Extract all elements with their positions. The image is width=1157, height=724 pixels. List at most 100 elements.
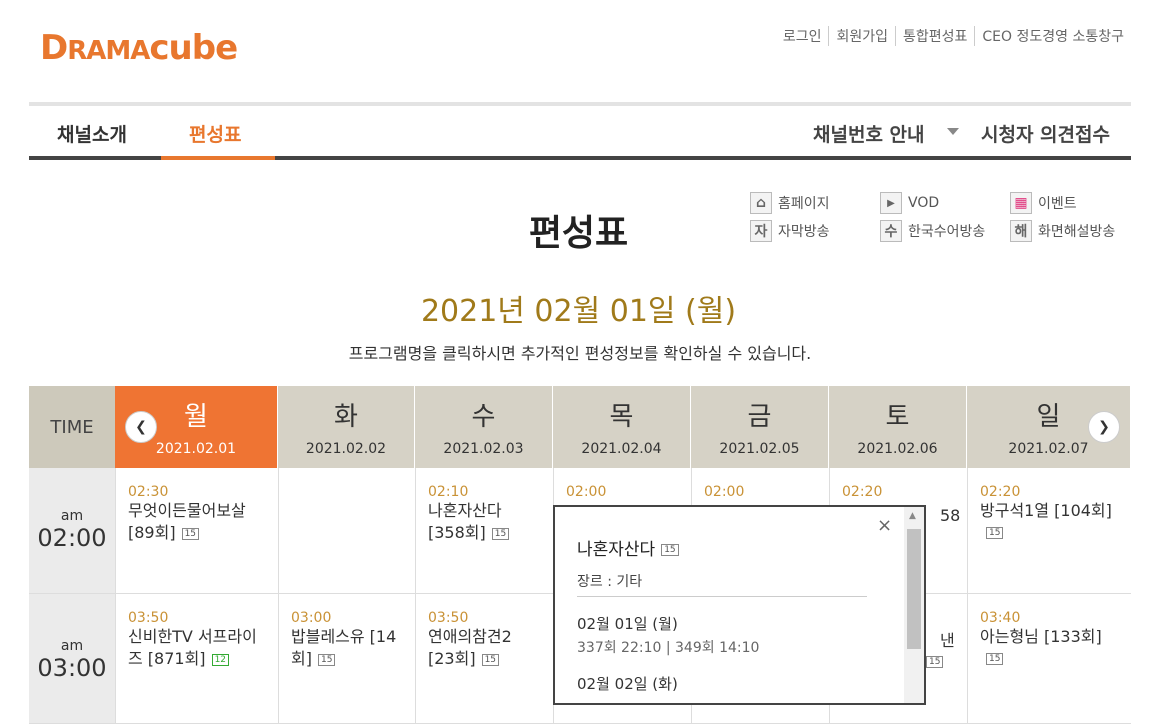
time-cell: am 03:00 <box>29 594 115 723</box>
scroll-up-icon[interactable]: ▲ <box>909 511 916 521</box>
nav-schedule[interactable]: 편성표 <box>189 120 241 147</box>
popup-title: 나혼자산다 15 <box>577 535 679 560</box>
scrollbar-thumb[interactable] <box>907 529 921 649</box>
day-header-wed[interactable]: 수 2021.02.03 <box>415 386 553 468</box>
program-time: 03:50 <box>128 610 169 626</box>
rating-badge: 15 <box>926 656 944 668</box>
day-name: 화 <box>334 402 358 432</box>
program-name[interactable]: 연애의참견2 [23회] <box>428 627 512 668</box>
program-name[interactable]: 밥블레스유 [14회] <box>291 627 396 668</box>
time-cell: am 02:00 <box>29 468 115 593</box>
rating-badge: 12 <box>211 653 230 666</box>
program-time: 02:20 <box>842 484 883 500</box>
program-cell[interactable]: 03:50 연애의참견2 [23회] 15 <box>415 594 553 723</box>
rating-badge: 15 <box>181 527 200 540</box>
ceo-communication-link[interactable]: CEO 정도경영 소통창구 <box>974 26 1131 46</box>
date-heading: 2021년 02월 01일 (월) <box>420 294 737 329</box>
program-time: 03:50 <box>428 610 469 626</box>
program-time: 02:20 <box>980 484 1021 500</box>
popup-genre: 장르 : 기타 <box>577 574 643 590</box>
dramacube-logo[interactable]: DRAMAcube <box>40 28 238 68</box>
popup-divider <box>577 596 867 597</box>
legend-label: 한국수어방송 <box>908 224 986 240</box>
day-header-thu[interactable]: 목 2021.02.04 <box>553 386 691 468</box>
legend-sign-language: 수 한국수어방송 <box>880 220 985 242</box>
popup-date: 02월 01일 (월) <box>577 615 678 633</box>
program-detail-popup: × 나혼자산다 15 장르 : 기타 02월 01일 (월) 337회 22:10… <box>553 505 926 705</box>
day-header-sat[interactable]: 토 2021.02.06 <box>829 386 967 468</box>
day-date: 2021.02.01 <box>155 441 237 457</box>
rating-badge: 15 <box>986 526 1004 539</box>
time-ampm: am <box>60 638 84 654</box>
close-icon[interactable]: × <box>877 515 892 536</box>
program-name[interactable]: 방구석1열 [104회] <box>980 501 1112 520</box>
nav-channel-number[interactable]: 채널번호 안내 <box>813 120 925 147</box>
rating-badge: 15 <box>481 653 500 666</box>
event-icon: ▦ <box>1010 192 1032 214</box>
legend-label: 자막방송 <box>778 224 830 240</box>
legend-event: ▦ 이벤트 <box>1010 192 1077 214</box>
login-link[interactable]: 로그인 <box>776 26 829 46</box>
program-time: 02:00 <box>566 484 607 500</box>
legend-vod: ▶ VOD <box>880 192 939 214</box>
program-cell[interactable]: 03:50 신비한TV 서프라이즈 [871회] 12 <box>115 594 278 723</box>
day-date: 2021.02.03 <box>443 441 524 457</box>
time-header: TIME <box>29 386 115 468</box>
chevron-down-icon[interactable] <box>947 128 959 135</box>
day-name: 목 <box>609 402 634 432</box>
program-name[interactable]: 나혼자산다 [358회] <box>428 501 502 542</box>
legend-label: 홈페이지 <box>778 196 830 212</box>
day-header-fri[interactable]: 금 2021.02.05 <box>691 386 829 468</box>
time-hour: 03:00 <box>37 654 107 682</box>
subtitle-icon: 자 <box>750 220 772 242</box>
play-icon: ▶ <box>880 192 902 214</box>
day-header-tue[interactable]: 화 2021.02.02 <box>278 386 415 468</box>
nav-active-indicator <box>161 156 275 160</box>
legend-label: 화면해설방송 <box>1038 224 1116 240</box>
legend-audio-description: 해 화면해설방송 <box>1010 220 1115 242</box>
popup-episodes: 337회 22:10 | 349회 14:10 <box>577 640 760 656</box>
day-date: 2021.02.06 <box>857 441 938 457</box>
day-name: 금 <box>747 402 772 432</box>
day-date: 2021.02.02 <box>305 441 387 457</box>
program-time: 02:00 <box>704 484 745 500</box>
rating-badge: 15 <box>317 653 336 666</box>
popup-date: 02월 02일 (화) <box>577 675 678 693</box>
utility-links: 로그인 회원가입 통합편성표 CEO 정도경영 소통창구 <box>776 26 1131 46</box>
prev-week-button[interactable]: ❮ <box>125 411 157 443</box>
sign-language-icon: 수 <box>880 220 902 242</box>
notice-text: 프로그램명을 클릭하시면 추가적인 편성정보를 확인하실 수 있습니다. <box>348 344 812 363</box>
program-cell[interactable]: 03:40 아는형님 [133회] 15 <box>967 594 1131 723</box>
logo-rama: RAMA <box>67 36 150 66</box>
legend-label: 이벤트 <box>1038 196 1077 212</box>
program-name[interactable]: 신비한TV 서프라이즈 [871회] <box>128 627 257 668</box>
program-cell <box>278 468 415 593</box>
time-hour: 02:00 <box>37 524 107 552</box>
next-week-button[interactable]: ❯ <box>1088 411 1120 443</box>
program-cell[interactable]: 03:00 밥블레스유 [14회] 15 <box>278 594 415 723</box>
legend-subtitle: 자 자막방송 <box>750 220 830 242</box>
program-time: 03:40 <box>980 610 1021 626</box>
global-nav: 채널소개 편성표 채널번호 안내 시청자 의견접수 <box>29 106 1131 160</box>
day-name: 수 <box>471 402 496 432</box>
integrated-schedule-link[interactable]: 통합편성표 <box>895 26 974 46</box>
program-name[interactable]: 아는형님 [133회] <box>980 627 1102 646</box>
legend-label: VOD <box>908 195 940 211</box>
program-time: 03:00 <box>291 610 332 626</box>
program-time: 02:30 <box>128 484 169 500</box>
nav-viewer-opinion[interactable]: 시청자 의견접수 <box>981 120 1110 147</box>
rating-badge: 15 <box>986 652 1004 665</box>
legend-homepage: ⌂ 홈페이지 <box>750 192 830 214</box>
program-cell[interactable]: 02:20 방구석1열 [104회] 15 <box>967 468 1131 593</box>
popup-scrollbar[interactable]: ▲ <box>904 507 924 703</box>
rating-badge: 15 <box>661 544 679 556</box>
nav-channel-intro[interactable]: 채널소개 <box>57 120 127 147</box>
signup-link[interactable]: 회원가입 <box>828 26 895 46</box>
day-name: 토 <box>885 402 910 432</box>
day-date: 2021.02.07 <box>1008 441 1089 457</box>
program-name[interactable]: 58 <box>940 505 960 527</box>
program-cell[interactable]: 02:10 나혼자산다 [358회] 15 <box>415 468 553 593</box>
day-date: 2021.02.05 <box>719 441 800 457</box>
program-cell[interactable]: 02:30 무엇이든물어보살 [89회] 15 <box>115 468 278 593</box>
program-name[interactable]: 낸 <box>940 630 955 652</box>
